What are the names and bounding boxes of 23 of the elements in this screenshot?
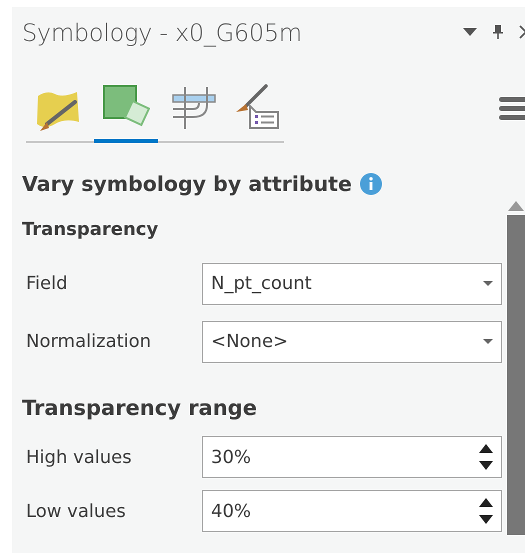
scroll-up-icon[interactable] bbox=[508, 201, 524, 211]
group-title: Transparency bbox=[22, 218, 160, 242]
caret-icon bbox=[483, 281, 493, 286]
menu-icon[interactable] bbox=[497, 95, 525, 121]
panel-title: Symbology - x0_G605m bbox=[22, 18, 303, 49]
dropdown-field[interactable]: <None> bbox=[202, 320, 502, 363]
dropdown-field[interactable]: N_pt_count bbox=[202, 262, 502, 305]
group-title: Transparency range bbox=[22, 394, 258, 422]
field-label: Field bbox=[25, 272, 69, 296]
field-label: Low values bbox=[25, 500, 127, 524]
spinner-field[interactable]: 40% bbox=[202, 490, 502, 532]
up-down-arrows-icon[interactable] bbox=[479, 498, 493, 524]
pin-icon[interactable] bbox=[493, 25, 503, 39]
caret-icon bbox=[483, 339, 493, 344]
road-grid-icon bbox=[171, 85, 217, 131]
dropdown-icon[interactable] bbox=[463, 28, 477, 36]
section-heading: Vary symbology by attribute bbox=[22, 171, 352, 198]
field-label: Normalization bbox=[25, 330, 152, 354]
scrollbar-thumb[interactable] bbox=[507, 215, 525, 535]
up-down-arrows-icon[interactable] bbox=[479, 444, 493, 470]
info-icon[interactable] bbox=[360, 173, 382, 196]
spinner-field[interactable]: 30% bbox=[202, 436, 502, 478]
field-label: High values bbox=[25, 446, 133, 470]
